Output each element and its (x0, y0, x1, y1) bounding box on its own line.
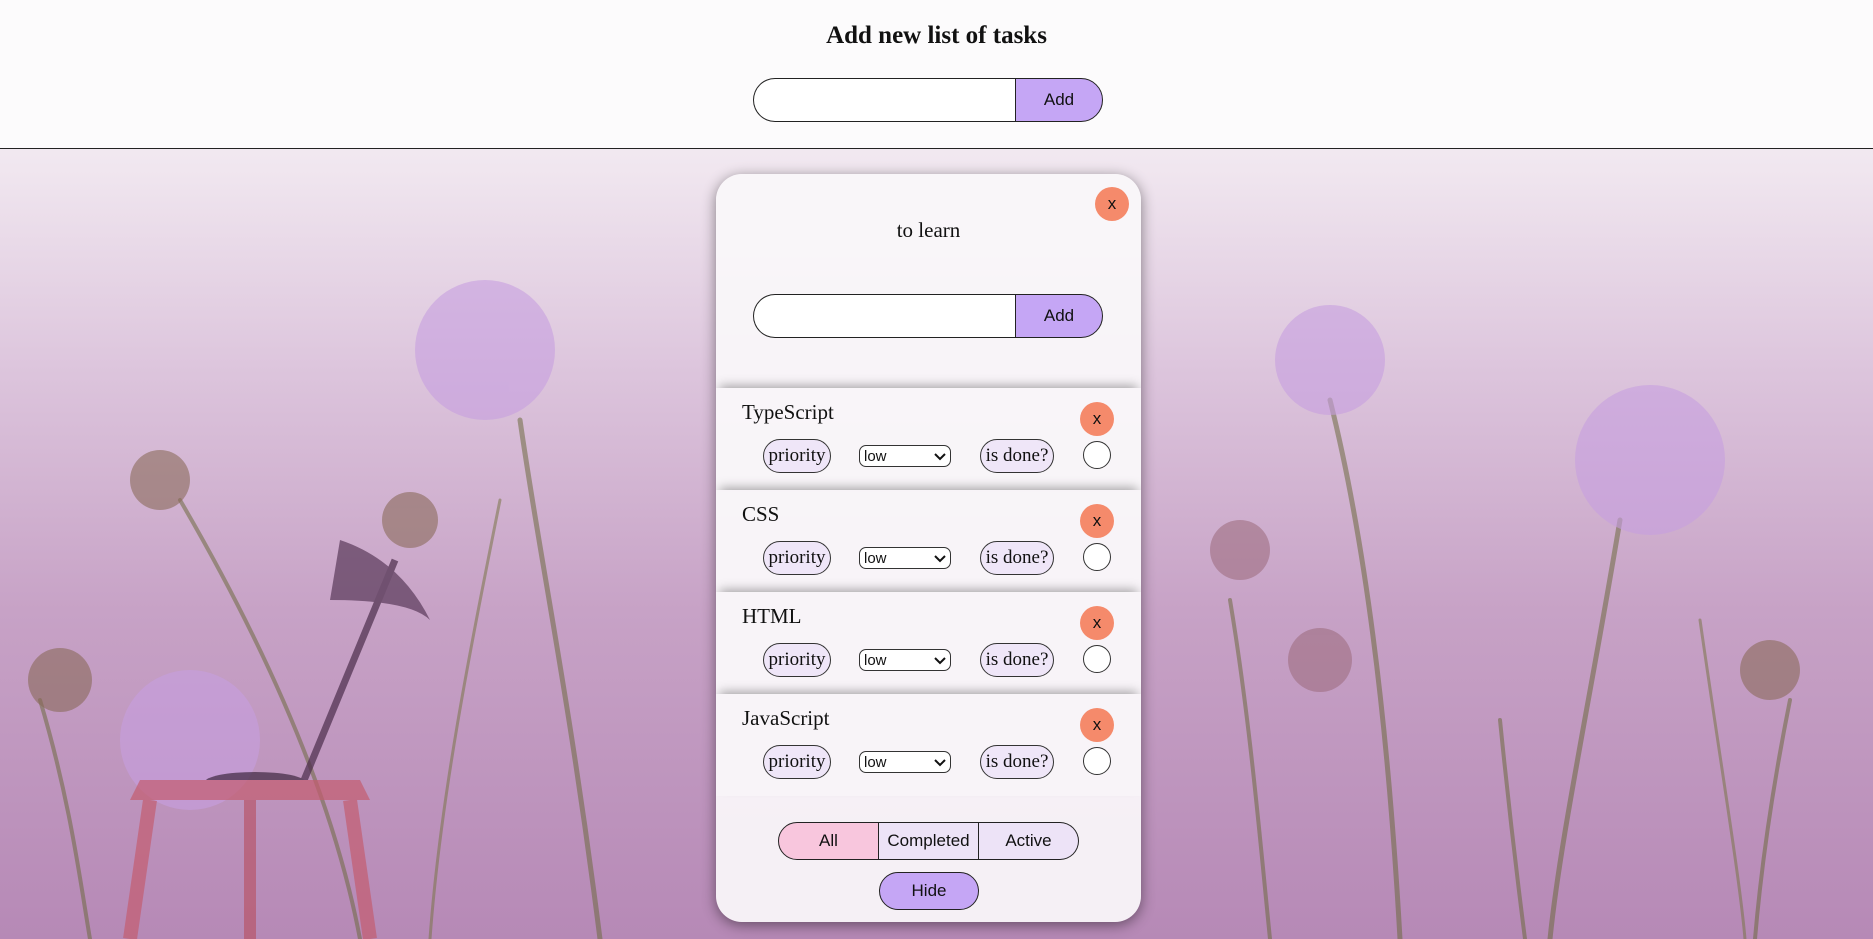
todolist-card: x to learn Add TypeScript x priority low… (716, 174, 1141, 922)
done-checkbox[interactable] (1083, 441, 1111, 469)
done-checkbox[interactable] (1083, 543, 1111, 571)
chevron-down-icon (934, 448, 946, 465)
delete-list-button[interactable]: x (1095, 187, 1129, 221)
priority-value: low (864, 753, 887, 771)
new-task-input[interactable] (753, 294, 1015, 338)
add-list-button[interactable]: Add (1015, 78, 1103, 122)
hide-button[interactable]: Hide (879, 872, 979, 910)
task-name: JavaScript (742, 706, 830, 730)
filter-completed-button[interactable]: Completed (879, 822, 979, 860)
chevron-down-icon (934, 550, 946, 567)
priority-value: low (864, 549, 887, 567)
priority-value: low (864, 651, 887, 669)
done-checkbox[interactable] (1083, 645, 1111, 673)
delete-task-button[interactable]: x (1080, 708, 1114, 742)
todolist-title: to learn (896, 218, 961, 242)
task-item: CSS x priority low is done? (716, 490, 1141, 592)
delete-task-button[interactable]: x (1080, 606, 1114, 640)
done-label: is done? (980, 745, 1054, 779)
filter-active-button[interactable]: Active (979, 822, 1079, 860)
priority-select[interactable]: low (859, 445, 951, 467)
priority-label: priority (763, 643, 831, 677)
page-title: Add new list of tasks (826, 22, 1047, 49)
done-label: is done? (980, 643, 1054, 677)
new-list-form: Add (753, 78, 1103, 122)
add-task-button[interactable]: Add (1015, 294, 1103, 338)
priority-label: priority (763, 541, 831, 575)
priority-select[interactable]: low (859, 649, 951, 671)
top-header: Add new list of tasks Add (0, 0, 1873, 149)
done-label: is done? (980, 439, 1054, 473)
priority-value: low (864, 447, 887, 465)
chevron-down-icon (934, 652, 946, 669)
filter-all-button[interactable]: All (778, 822, 879, 860)
chevron-down-icon (934, 754, 946, 771)
new-task-form: Add (753, 294, 1103, 338)
task-item: TypeScript x priority low is done? (716, 388, 1141, 490)
done-checkbox[interactable] (1083, 747, 1111, 775)
task-name: TypeScript (742, 400, 834, 424)
priority-select[interactable]: low (859, 751, 951, 773)
task-item: JavaScript x priority low is done? (716, 694, 1141, 796)
delete-task-button[interactable]: x (1080, 504, 1114, 538)
done-label: is done? (980, 541, 1054, 575)
priority-select[interactable]: low (859, 547, 951, 569)
delete-task-button[interactable]: x (1080, 402, 1114, 436)
task-item: HTML x priority low is done? (716, 592, 1141, 694)
priority-label: priority (763, 439, 831, 473)
task-name: CSS (742, 502, 780, 526)
task-name: HTML (742, 604, 802, 628)
priority-label: priority (763, 745, 831, 779)
filter-group: All Completed Active (778, 822, 1079, 860)
new-list-input[interactable] (753, 78, 1015, 122)
